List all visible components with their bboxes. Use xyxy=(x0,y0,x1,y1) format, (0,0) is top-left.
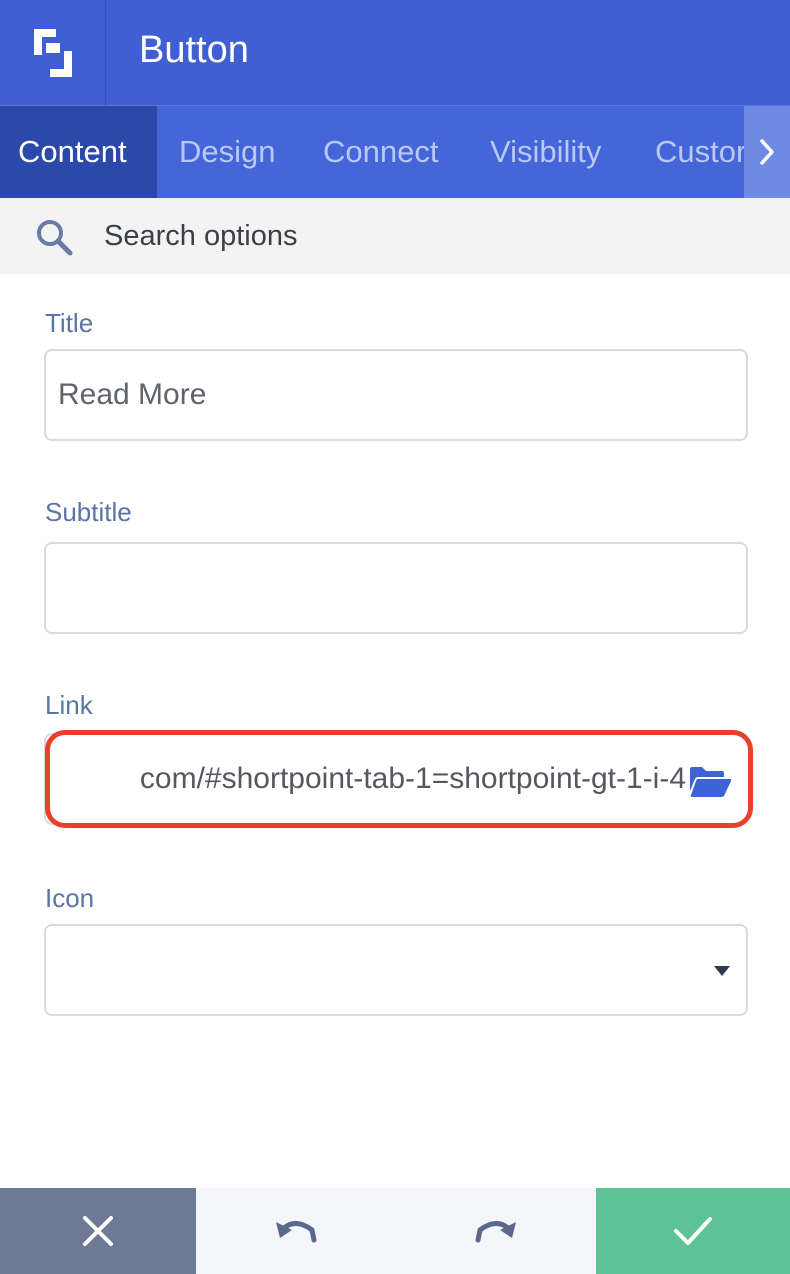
check-icon xyxy=(674,1217,712,1245)
tab-connect[interactable]: Connect xyxy=(323,106,438,198)
cancel-button[interactable] xyxy=(0,1188,196,1274)
logo xyxy=(0,0,106,106)
title-field[interactable] xyxy=(44,349,748,441)
panel-title: Button xyxy=(139,29,249,71)
title-input[interactable] xyxy=(58,351,738,439)
subtitle-label: Subtitle xyxy=(45,497,132,527)
dropdown-arrow-icon xyxy=(714,966,730,976)
tabs-scroll-right-button[interactable] xyxy=(744,106,790,198)
title-label: Title xyxy=(45,308,94,338)
folder-open-icon[interactable] xyxy=(688,765,732,799)
search-bar xyxy=(0,198,790,274)
action-bar xyxy=(0,1188,790,1274)
tab-visibility[interactable]: Visibility xyxy=(490,106,601,198)
subtitle-input[interactable] xyxy=(58,544,738,632)
redo-button[interactable] xyxy=(396,1188,596,1274)
tab-custom[interactable]: Custor xyxy=(655,106,746,198)
shortpoint-logo-icon xyxy=(33,29,72,77)
subtitle-field[interactable] xyxy=(44,542,748,634)
chevron-right-icon xyxy=(760,139,774,165)
tab-content[interactable]: Content xyxy=(0,106,157,198)
close-icon xyxy=(83,1216,113,1246)
tab-design[interactable]: Design xyxy=(179,106,276,198)
search-input[interactable] xyxy=(104,212,764,260)
panel-header: Button xyxy=(0,0,790,106)
icon-label: Icon xyxy=(45,883,95,913)
link-highlight-annotation: com/#shortpoint-tab-1=shortpoint-gt-1-i-… xyxy=(45,730,753,828)
redo-icon xyxy=(475,1221,516,1243)
tab-bar: Content Design Connect Visibility Custor xyxy=(0,106,790,198)
link-input[interactable]: com/#shortpoint-tab-1=shortpoint-gt-1-i-… xyxy=(56,735,686,823)
link-label: Link xyxy=(45,690,93,720)
undo-button[interactable] xyxy=(196,1188,396,1274)
undo-icon xyxy=(276,1221,317,1243)
search-icon xyxy=(37,220,73,256)
link-value: com/#shortpoint-tab-1=shortpoint-gt-1-i-… xyxy=(139,762,686,795)
icon-select[interactable] xyxy=(44,924,748,1016)
save-button[interactable] xyxy=(596,1188,790,1274)
